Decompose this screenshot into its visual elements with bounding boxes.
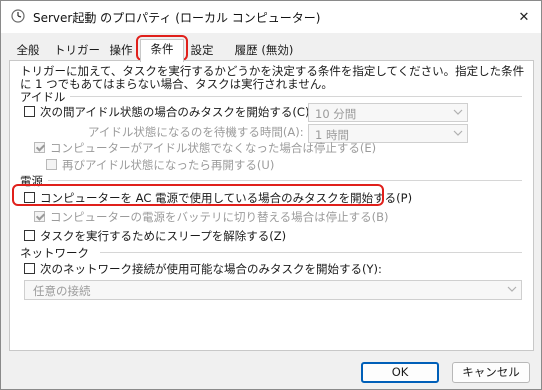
stop-if-not-idle-label: コンピューターがアイドル状態でなくなった場合は停止する(E) xyxy=(50,141,377,155)
conditions-panel: トリガーに加えて、タスクを実行するかどうかを決定する条件を指定してください。指定… xyxy=(9,60,534,351)
cancel-button[interactable]: キャンセル xyxy=(452,362,530,383)
network-only-label: 次のネットワーク接続が使用可能な場合のみタスクを開始する(Y): xyxy=(40,262,382,276)
properties-dialog: Server起動 のプロパティ (ローカル コンピューター) ✕ 全般 トリガー… xyxy=(0,0,542,390)
chevron-down-icon xyxy=(453,130,463,136)
stop-on-battery-checkbox[interactable] xyxy=(34,211,45,222)
power-group-heading: 電源 xyxy=(20,174,43,188)
network-group-heading: ネットワーク xyxy=(20,246,89,260)
idle-group-heading: アイドル xyxy=(20,90,66,104)
idle-duration-value: 10 分間 xyxy=(315,107,357,121)
close-button[interactable]: ✕ xyxy=(511,5,537,29)
tab-history[interactable]: 履歴 (無効) xyxy=(227,41,301,60)
wake-to-run-checkbox[interactable] xyxy=(24,230,35,241)
restart-if-idle-label: 再びアイドル状態になったら再開する(U) xyxy=(62,158,275,172)
tab-conditions[interactable]: 条件 xyxy=(140,39,184,62)
tab-general[interactable]: 全般 xyxy=(11,41,45,60)
title-bar: Server起動 のプロパティ (ローカル コンピューター) ✕ xyxy=(1,1,541,33)
ok-button[interactable]: OK xyxy=(361,362,439,383)
tab-actions[interactable]: 操作 xyxy=(106,41,136,60)
idle-wait-label: アイドル状態になるのを待機する時間(A): xyxy=(88,125,304,139)
chevron-down-icon xyxy=(453,109,463,115)
tab-triggers[interactable]: トリガー xyxy=(51,41,103,60)
wake-to-run-label: タスクを実行するためにスリープを解除する(Z) xyxy=(40,229,287,243)
stop-if-not-idle-checkbox[interactable] xyxy=(34,142,45,153)
start-if-idle-checkbox[interactable] xyxy=(24,106,35,117)
ac-power-only-checkbox[interactable] xyxy=(24,192,35,203)
window-title: Server起動 のプロパティ (ローカル コンピューター) xyxy=(33,11,321,25)
idle-group-divider xyxy=(70,96,522,97)
restart-if-idle-checkbox[interactable] xyxy=(46,159,57,170)
stop-on-battery-label: コンピューターの電源をバッテリに切り替える場合は停止する(B) xyxy=(50,210,389,224)
conditions-description: トリガーに加えて、タスクを実行するかどうかを決定する条件を指定してください。指定… xyxy=(20,64,525,91)
network-connection-value: 任意の接続 xyxy=(33,284,91,298)
network-connection-combo[interactable]: 任意の接続 xyxy=(24,280,522,300)
chevron-down-icon xyxy=(507,286,517,292)
ac-power-only-label: コンピューターを AC 電源で使用している場合のみタスクを開始する(P) xyxy=(40,191,413,205)
power-group-divider xyxy=(48,180,522,181)
task-scheduler-clock-icon xyxy=(11,9,25,23)
tab-settings[interactable]: 設定 xyxy=(187,41,217,60)
tab-strip: 全般 トリガー 操作 条件 設定 履歴 (無効) xyxy=(9,39,534,62)
start-if-idle-label: 次の間アイドル状態の場合のみタスクを開始する(C): xyxy=(40,105,314,119)
network-only-checkbox[interactable] xyxy=(24,263,35,274)
close-icon: ✕ xyxy=(518,9,530,25)
network-group-divider xyxy=(100,252,522,253)
idle-duration-combo[interactable]: 10 分間 xyxy=(308,103,468,122)
